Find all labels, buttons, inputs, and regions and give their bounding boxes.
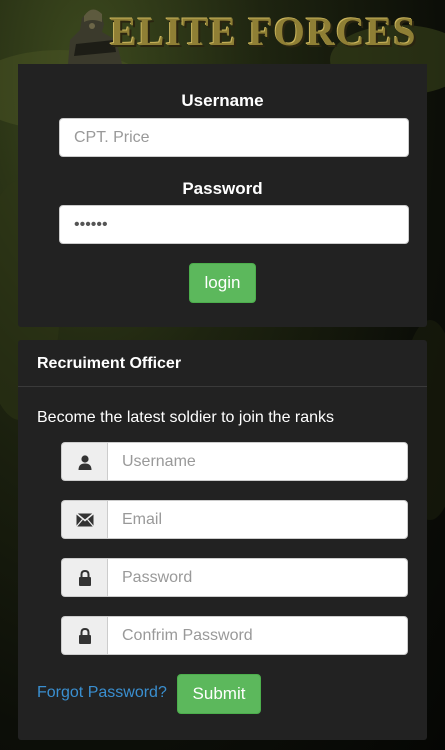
register-username-group bbox=[61, 442, 408, 481]
register-password-group bbox=[61, 558, 408, 597]
registration-panel: Recruiment Officer Become the latest sol… bbox=[18, 340, 427, 740]
register-username-input[interactable] bbox=[107, 442, 408, 481]
site-header: ELITE FORCES bbox=[0, 0, 445, 64]
register-confirm-group bbox=[61, 616, 408, 655]
lock-icon bbox=[61, 558, 107, 597]
login-panel: Username Password login bbox=[18, 64, 427, 327]
register-password-input[interactable] bbox=[107, 558, 408, 597]
panel-heading: Recruiment Officer bbox=[18, 340, 427, 387]
register-email-input[interactable] bbox=[107, 500, 408, 539]
site-title: ELITE FORCES bbox=[110, 9, 417, 54]
submit-button[interactable]: Submit bbox=[177, 674, 261, 714]
lock-icon bbox=[61, 616, 107, 655]
username-input[interactable] bbox=[59, 118, 409, 157]
password-input[interactable] bbox=[59, 205, 409, 244]
username-label: Username bbox=[181, 91, 264, 110]
user-icon bbox=[61, 442, 107, 481]
recruit-tagline: Become the latest soldier to join the ra… bbox=[37, 409, 335, 426]
envelope-icon bbox=[61, 500, 107, 539]
password-label: Password bbox=[182, 179, 263, 198]
register-email-group bbox=[61, 500, 408, 539]
login-button[interactable]: login bbox=[189, 263, 256, 303]
forgot-password-link[interactable]: Forgot Password? bbox=[37, 684, 167, 702]
register-confirm-input[interactable] bbox=[107, 616, 408, 655]
